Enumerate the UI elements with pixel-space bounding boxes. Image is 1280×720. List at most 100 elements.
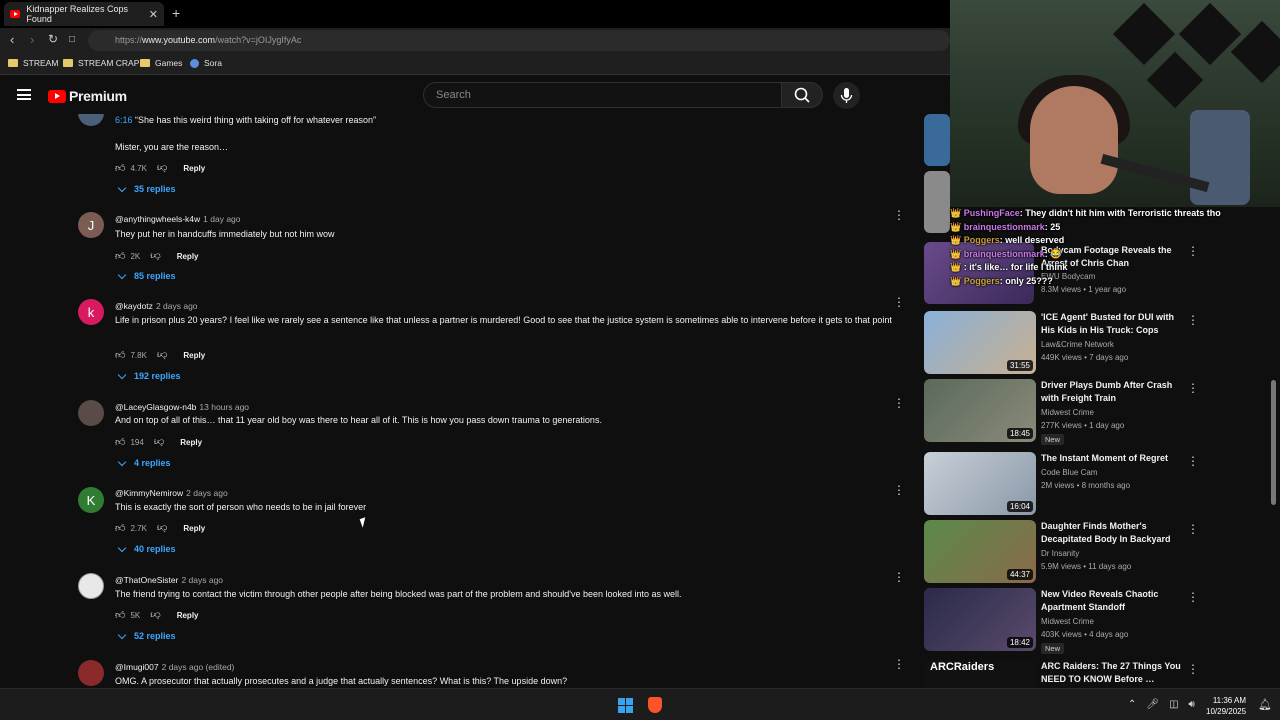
like-icon[interactable]: 👍︎ (115, 250, 125, 262)
like-icon[interactable]: 👍︎ (115, 436, 125, 448)
avatar[interactable] (78, 660, 104, 686)
like-icon[interactable]: 👍︎ (115, 609, 125, 621)
reload-icon[interactable]: ↻ (48, 32, 58, 46)
search-input[interactable]: Search (423, 82, 782, 108)
reply-button[interactable]: Reply (183, 164, 205, 173)
windows-start-icon[interactable] (618, 698, 633, 713)
view-replies-button[interactable]: 85 replies (117, 270, 176, 281)
dislike-icon[interactable]: 👍︎ (157, 522, 167, 534)
bookmark-sora[interactable]: Sora (190, 58, 222, 68)
like-icon[interactable]: 👍︎ (115, 522, 125, 534)
more-options-icon[interactable]: ⋮ (1187, 590, 1199, 604)
forward-icon[interactable]: › (30, 32, 34, 47)
video-channel[interactable]: Midwest Crime (1041, 408, 1094, 417)
video-channel[interactable]: Law&Crime Network (1041, 340, 1114, 349)
browser-tab[interactable]: Kidnapper Realizes Cops Found ✕ (4, 2, 164, 26)
video-card[interactable]: 18:45 Driver Plays Dumb After Crash with… (924, 379, 1274, 445)
video-card[interactable]: ARCRaiders ARC Raiders: The 27 Things Yo… (924, 660, 1274, 688)
network-icon[interactable]: ◫ (1169, 699, 1178, 710)
system-clock[interactable]: 11:36 AM 10/29/2025 (1206, 695, 1246, 717)
reply-button[interactable]: Reply (183, 351, 205, 360)
dislike-icon[interactable]: 👍︎ (157, 349, 167, 361)
notification-icon[interactable]: 🔔︎ (1258, 698, 1272, 711)
video-thumbnail[interactable]: 18:45 (924, 379, 1036, 442)
bookmark-games[interactable]: Games (140, 58, 182, 68)
video-channel[interactable]: Code Blue Cam (1041, 468, 1097, 477)
more-options-icon[interactable]: ⋮ (1187, 381, 1199, 395)
view-replies-button[interactable]: 52 replies (117, 630, 176, 641)
avatar[interactable] (78, 400, 104, 426)
comment-author[interactable]: @anythingwheels-k4w (115, 214, 200, 224)
video-thumbnail[interactable]: 16:04 (924, 452, 1036, 515)
more-options-icon[interactable]: ⋮ (893, 397, 905, 409)
comment-author[interactable]: @ThatOneSister (115, 575, 178, 585)
more-options-icon[interactable]: ⋮ (1187, 662, 1199, 676)
avatar[interactable]: k (78, 299, 104, 325)
more-options-icon[interactable]: ⋮ (893, 658, 905, 670)
video-title[interactable]: The Instant Moment of Regret (1041, 452, 1181, 465)
video-card[interactable]: 16:04 The Instant Moment of Regret Code … (924, 452, 1274, 518)
video-card[interactable]: 44:37 Daughter Finds Mother's Decapitate… (924, 520, 1274, 586)
voice-search-button[interactable] (833, 82, 860, 109)
more-options-icon[interactable]: ⋮ (893, 571, 905, 583)
video-thumbnail[interactable]: 44:37 (924, 520, 1036, 583)
reply-button[interactable]: Reply (177, 611, 199, 620)
video-thumbnail[interactable]: 31:55 (924, 311, 1036, 374)
more-options-icon[interactable]: ⋮ (1187, 313, 1199, 327)
view-replies-button[interactable]: 192 replies (117, 370, 181, 381)
video-channel[interactable]: Dr Insanity (1041, 549, 1079, 558)
dislike-icon[interactable]: 👍︎ (150, 609, 160, 621)
close-tab-icon[interactable]: ✕ (149, 8, 158, 21)
video-card[interactable]: 31:55 'ICE Agent' Busted for DUI with Hi… (924, 311, 1274, 377)
comment-author[interactable]: @Imugi007 (115, 662, 159, 672)
bookmark-stream[interactable]: STREAM (8, 58, 58, 68)
microphone-icon[interactable]: 🎤︎ (1146, 699, 1159, 710)
comment-author[interactable]: @LaceyGlasgow-n4b (115, 402, 196, 412)
more-options-icon[interactable]: ⋮ (893, 484, 905, 496)
menu-icon[interactable] (17, 89, 31, 100)
reply-button[interactable]: Reply (180, 438, 202, 447)
video-thumbnail[interactable] (924, 171, 950, 233)
bookmark-stream-crap[interactable]: STREAM CRAP (63, 58, 139, 68)
search-button[interactable] (781, 82, 823, 108)
view-replies-button[interactable]: 4 replies (117, 457, 171, 468)
dislike-icon[interactable]: 👍︎ (154, 436, 164, 448)
video-title[interactable]: ARC Raiders: The 27 Things You NEED TO K… (1041, 660, 1181, 686)
video-thumbnail[interactable]: ARCRaiders (924, 660, 1036, 688)
more-options-icon[interactable]: ⋮ (1187, 522, 1199, 536)
view-replies-button[interactable]: 40 replies (117, 543, 176, 554)
like-icon[interactable]: 👍︎ (115, 349, 125, 361)
comment-author[interactable]: @KimmyNemirow (115, 488, 183, 498)
video-card[interactable]: 18:42 New Video Reveals Chaotic Apartmen… (924, 588, 1274, 654)
avatar[interactable]: K (78, 487, 104, 513)
avatar[interactable] (78, 573, 104, 599)
brave-browser-icon[interactable] (648, 697, 662, 713)
timestamp-link[interactable]: 6:16 (115, 115, 133, 125)
scrollbar-thumb[interactable] (1271, 380, 1276, 505)
volume-icon[interactable]: 🔊︎ (1189, 699, 1195, 710)
video-channel[interactable]: Midwest Crime (1041, 617, 1094, 626)
dislike-icon[interactable]: 👍︎ (150, 250, 160, 262)
youtube-premium-logo[interactable]: Premium (48, 88, 127, 104)
new-tab-icon[interactable]: + (172, 5, 180, 21)
video-thumbnail[interactable]: 18:42 (924, 588, 1036, 651)
video-title[interactable]: Driver Plays Dumb After Crash with Freig… (1041, 379, 1181, 405)
like-icon[interactable]: 👍︎ (115, 162, 125, 174)
more-options-icon[interactable]: ⋮ (893, 296, 905, 308)
view-replies-button[interactable]: 35 replies (117, 183, 176, 194)
reply-button[interactable]: Reply (183, 524, 205, 533)
reply-button[interactable]: Reply (177, 252, 199, 261)
video-title[interactable]: New Video Reveals Chaotic Apartment Stan… (1041, 588, 1181, 614)
more-options-icon[interactable]: ⋮ (893, 209, 905, 221)
avatar[interactable]: J (78, 212, 104, 238)
comment-author[interactable]: @kaydotz (115, 301, 153, 311)
dislike-icon[interactable]: 👍︎ (157, 162, 167, 174)
video-thumbnail[interactable] (924, 114, 950, 166)
more-options-icon[interactable]: ⋮ (1187, 454, 1199, 468)
back-icon[interactable]: ‹ (10, 32, 14, 47)
video-title[interactable]: 'ICE Agent' Busted for DUI with His Kids… (1041, 311, 1181, 337)
bookmark-icon[interactable]: □ (69, 34, 75, 45)
video-title[interactable]: Daughter Finds Mother's Decapitated Body… (1041, 520, 1181, 546)
url-field[interactable]: https://www.youtube.com/watch?v=jOIJygIf… (88, 30, 950, 51)
avatar[interactable] (78, 114, 104, 126)
